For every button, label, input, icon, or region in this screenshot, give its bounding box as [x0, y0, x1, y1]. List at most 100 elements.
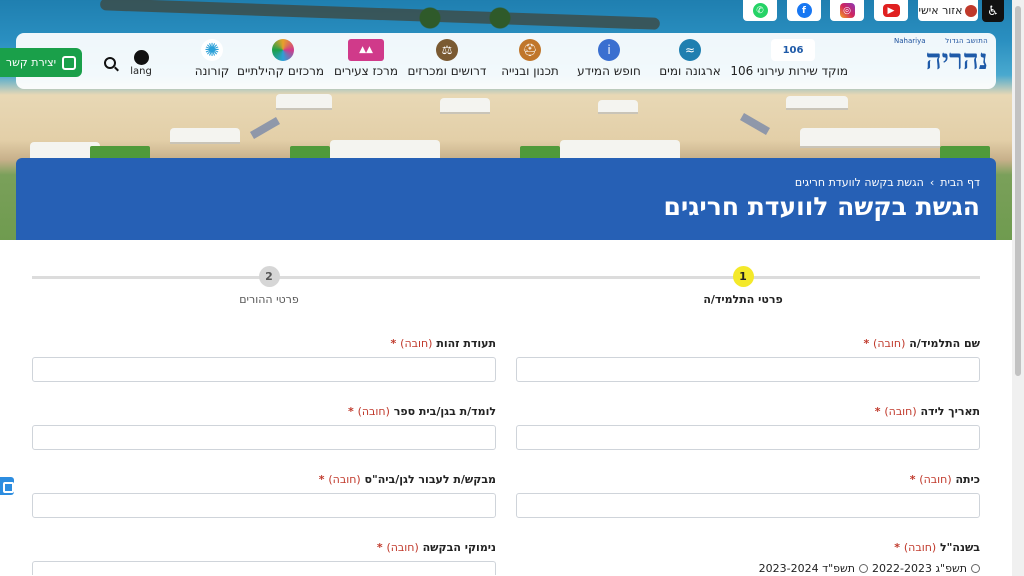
nav-item-label: קורונה: [194, 64, 230, 78]
step-student-details[interactable]: 1 פרטי התלמיד/ה: [683, 266, 803, 306]
boardwalk: [740, 113, 770, 135]
id-number-input[interactable]: [32, 357, 496, 382]
facebook-button[interactable]: f: [787, 0, 821, 21]
nav-item-label: מרכזים קהילתיים: [237, 64, 324, 78]
student-name-input[interactable]: [516, 357, 980, 382]
gavel-icon: ⚖: [436, 39, 458, 61]
label-text: כיתה: [955, 473, 980, 486]
corona-icon: ✺: [201, 39, 223, 61]
asterisk-icon: *: [909, 473, 916, 486]
field-label: שם התלמיד/ה (חובה) *: [516, 337, 980, 353]
water-corp-icon: ≈: [679, 39, 701, 61]
nav-item-tenders[interactable]: ⚖ דרושים ומכרזים: [406, 39, 488, 83]
youth-center-icon: ▲▲: [348, 39, 384, 61]
nav-item-planning[interactable]: ⛑ תכנון ובנייה: [496, 39, 564, 83]
globe-icon: [133, 50, 149, 65]
required-mark: (חובה): [919, 473, 952, 486]
required-mark: (חובה): [400, 337, 433, 350]
nav-item-community[interactable]: מרכזים קהילתיים: [237, 39, 324, 83]
logo-sub: Nahariya: [894, 37, 926, 45]
id-number-field: תעודת זהות (חובה) *: [32, 337, 496, 382]
field-label: בשנה"ל (חובה) *: [516, 541, 980, 557]
personal-area-button[interactable]: אזור אישי: [918, 0, 978, 21]
page-header: דף הבית › הגשת בקשה לוועדת חריגים הגשת ב…: [16, 158, 996, 240]
label-text: בשנה"ל: [940, 541, 980, 554]
nav-item-hotline[interactable]: 106 מוקד שירות עירוני 106: [730, 39, 848, 83]
language-selector[interactable]: lang: [128, 50, 154, 77]
breadcrumb-home[interactable]: דף הבית: [940, 176, 980, 189]
nav-item-info[interactable]: i חופש המידע: [574, 39, 644, 83]
required-mark: (חובה): [328, 473, 361, 486]
asterisk-icon: *: [863, 337, 870, 350]
year-option-label: תשפ"ג 2022-2023: [872, 562, 967, 575]
nav-item-corona[interactable]: ✺ קורונה: [192, 39, 232, 83]
label-text: מבקש/ת לעבור לגן/ביה"ס: [364, 473, 496, 486]
required-mark: (חובה): [873, 337, 906, 350]
instagram-icon: ◎: [839, 3, 855, 18]
whatsapp-button[interactable]: ✆: [743, 0, 777, 21]
beach-shade: [440, 98, 490, 112]
nav-item-label: מוקד שירות עירוני 106: [730, 64, 848, 78]
class-field: כיתה (חובה) *: [516, 473, 980, 518]
field-label: תאריך לידה (חובה) *: [516, 405, 980, 421]
reasons-input[interactable]: [32, 561, 496, 575]
requested-school-field: מבקש/ת לעבור לגן/ביה"ס (חובה) *: [32, 473, 496, 518]
logo-text: נהריה: [925, 43, 988, 76]
beach-shade: [598, 100, 638, 112]
student-name-field: שם התלמיד/ה (חובה) *: [516, 337, 980, 382]
required-mark: (חובה): [357, 405, 390, 418]
accessibility-icon[interactable]: ♿: [982, 0, 1004, 22]
birth-date-field: תאריך לידה (חובה) *: [516, 405, 980, 450]
step-parent-details[interactable]: 2 פרטי ההורים: [209, 266, 329, 306]
info-icon: i: [598, 39, 620, 61]
breadcrumb-current: הגשת בקשה לוועדת חריגים: [794, 176, 924, 189]
chevron-left-icon: ›: [929, 176, 935, 189]
nav-item-label: ארגונה ומים: [659, 64, 721, 78]
contact-label: יצירת קשר: [5, 56, 57, 69]
nav-item-water[interactable]: ≈ ארגונה ומים: [656, 39, 724, 83]
asterisk-icon: *: [894, 541, 901, 554]
nahariya-logo[interactable]: התושב הגדול Nahariya נהריה: [890, 37, 988, 85]
birth-date-input[interactable]: [516, 425, 980, 450]
step-number: 1: [732, 266, 754, 287]
user-icon: [965, 4, 978, 17]
step-label: פרטי התלמיד/ה: [703, 293, 783, 306]
requested-school-input[interactable]: [32, 493, 496, 518]
scrollbar[interactable]: [1012, 0, 1024, 576]
scrollbar-thumb[interactable]: [1015, 6, 1021, 376]
label-text: לומד/ת בגן/בית ספר: [393, 405, 496, 418]
main-nav: התושב הגדול Nahariya נהריה 106 מוקד שירו…: [16, 33, 996, 89]
beach-shade: [276, 94, 332, 108]
search-icon[interactable]: [104, 57, 116, 69]
top-utility-bar: ♿ אזור אישי ▶ ◎ f ✆: [0, 0, 1024, 22]
required-mark: (חובה): [884, 405, 917, 418]
nav-item-youth[interactable]: ▲▲ מרכז צעירים: [334, 39, 398, 83]
class-input[interactable]: [516, 493, 980, 518]
year-radio-2023[interactable]: [859, 564, 869, 573]
field-label: נימוקי הבקשה (חובה) *: [32, 541, 496, 557]
form-stepper: 1 פרטי התלמיד/ה 2 פרטי ההורים: [32, 266, 980, 306]
page-title: הגשת בקשה לוועדת חריגים: [663, 192, 980, 221]
field-label: כיתה (חובה) *: [516, 473, 980, 489]
field-label: מבקש/ת לעבור לגן/ביה"ס (חובה) *: [32, 473, 496, 489]
label-text: תאריך לידה: [920, 405, 981, 418]
phone-icon: [62, 55, 77, 70]
language-label: lang: [130, 66, 152, 77]
required-mark: (חובה): [903, 541, 937, 554]
community-centers-icon: [272, 39, 294, 61]
label-text: נימוקי הבקשה: [422, 541, 496, 554]
field-label: תעודת זהות (חובה) *: [32, 337, 496, 353]
youtube-button[interactable]: ▶: [874, 0, 908, 21]
beach-shade: [786, 96, 848, 108]
step-label: פרטי ההורים: [239, 293, 299, 306]
side-widget-tab[interactable]: [0, 477, 14, 495]
current-school-field: לומד/ת בגן/בית ספר (חובה) *: [32, 405, 496, 450]
label-text: תעודת זהות: [436, 337, 496, 350]
field-label: לומד/ת בגן/בית ספר (חובה) *: [32, 405, 496, 421]
facebook-icon: f: [796, 3, 812, 18]
beach-shade: [560, 140, 680, 158]
contact-button[interactable]: יצירת קשר: [0, 48, 82, 77]
year-radio-2022[interactable]: [971, 564, 980, 573]
instagram-button[interactable]: ◎: [830, 0, 864, 21]
current-school-input[interactable]: [32, 425, 496, 450]
